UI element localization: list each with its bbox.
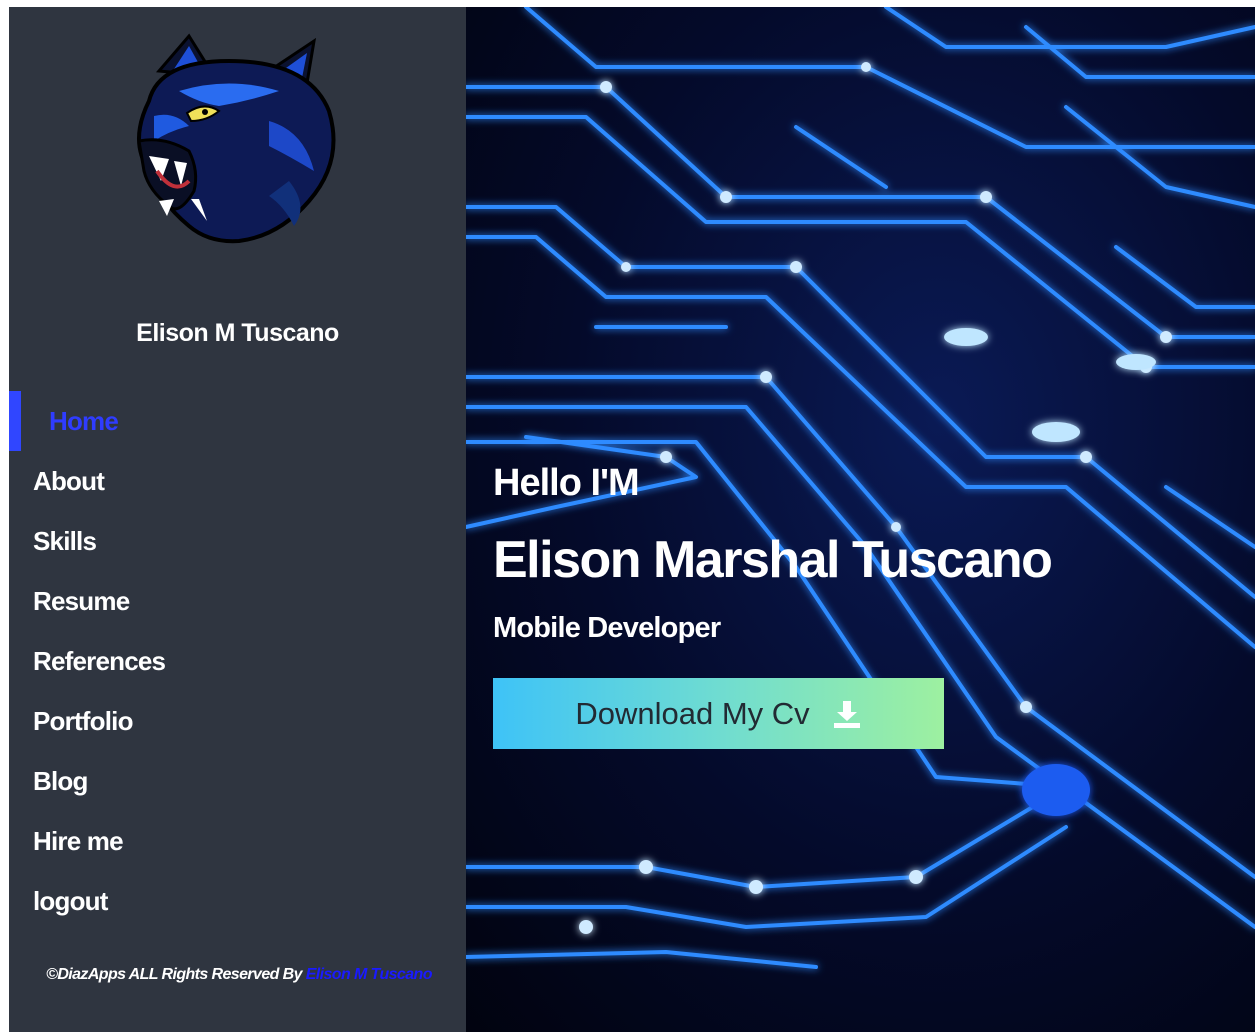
download-icon <box>833 700 860 728</box>
footer-author-link[interactable]: Elison M Tuscano <box>306 966 433 983</box>
sidebar-item-portfolio[interactable]: Portfolio <box>9 691 466 751</box>
hero-greeting: Hello I'M <box>493 462 640 504</box>
download-cv-label: Download My Cv <box>575 695 810 731</box>
sidebar-item-about[interactable]: About <box>9 451 466 511</box>
sidebar-nav: Home About Skills Resume References Port… <box>9 391 466 931</box>
sidebar-item-blog[interactable]: Blog <box>9 751 466 811</box>
sidebar-item-hire-me[interactable]: Hire me <box>9 811 466 871</box>
footer-copyright: ©DiazApps ALL Rights Reserved By Elison … <box>39 963 439 987</box>
sidebar: Elison M Tuscano Home About Skills Resum… <box>9 7 466 1032</box>
sidebar-item-home[interactable]: Home <box>9 391 466 451</box>
sidebar-item-logout[interactable]: logout <box>9 871 466 931</box>
hero-full-name: Elison Marshal Tuscano <box>493 531 1053 589</box>
hero-content: Hello I'M Elison Marshal Tuscano Mobile … <box>493 459 1053 749</box>
download-cv-button[interactable]: Download My Cv <box>493 678 944 749</box>
sidebar-item-skills[interactable]: Skills <box>9 511 466 571</box>
owner-name: Elison M Tuscano <box>136 319 339 347</box>
sidebar-item-resume[interactable]: Resume <box>9 571 466 631</box>
hero-section: Hello I'M Elison Marshal Tuscano Mobile … <box>466 7 1255 1032</box>
panther-logo-icon <box>137 33 336 244</box>
footer-text: ©DiazApps ALL Rights Reserved By <box>46 966 306 983</box>
portfolio-page: Elison M Tuscano Home About Skills Resum… <box>9 7 1255 1032</box>
hero-job-title: Mobile Developer <box>493 612 721 644</box>
sidebar-item-references[interactable]: References <box>9 631 466 691</box>
